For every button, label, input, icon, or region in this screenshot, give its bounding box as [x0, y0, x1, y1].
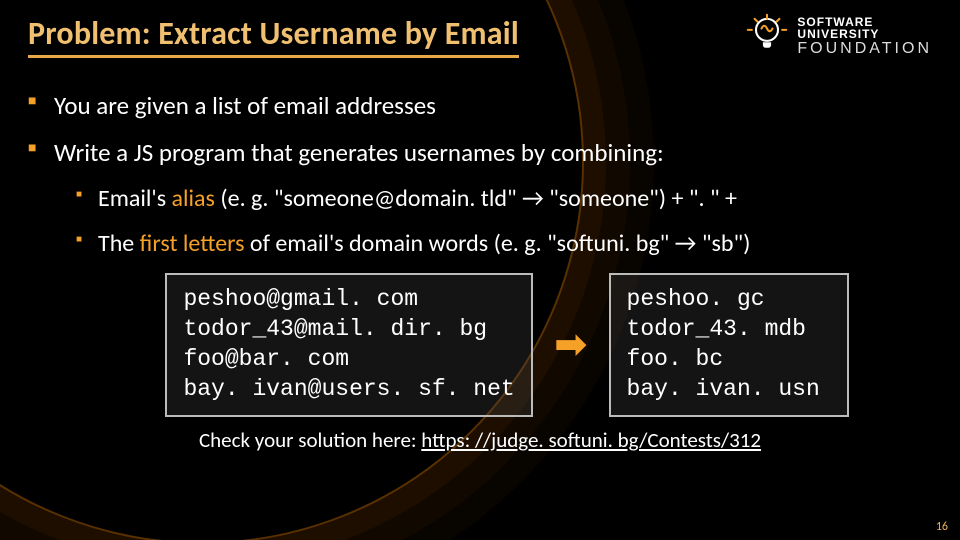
input-code-box: peshoo@gmail. com todor_43@mail. dir. bg…	[165, 273, 532, 417]
code-row: peshoo@gmail. com todor_43@mail. dir. bg…	[82, 273, 932, 417]
slide: SOFTWARE UNIVERSITY FOUNDATION Problem: …	[0, 0, 960, 540]
sub1-emph: alias	[172, 184, 215, 213]
output-code-box: peshoo. gc todor_43. mdb foo. bc bay. iv…	[609, 273, 849, 417]
sub2-post2: "sb")	[696, 229, 750, 258]
sub1-post2: "someone") + ". " +	[544, 184, 737, 213]
logo-text: SOFTWARE UNIVERSITY FOUNDATION	[797, 16, 932, 57]
sub2-pre: The	[98, 229, 140, 258]
slide-title: Problem: Extract Username by Email	[28, 14, 519, 58]
solution-link[interactable]: https: //judge. softuni. bg/Contests/312	[421, 427, 761, 453]
sub-bullet-2: The first letters of email's domain word…	[76, 228, 932, 259]
sub-bullet-list: Email's alias (e. g. "someone@domain. tl…	[76, 183, 932, 259]
arrow-icon: →	[522, 184, 544, 213]
footer: Check your solution here: https: //judge…	[28, 427, 932, 453]
logo: SOFTWARE UNIVERSITY FOUNDATION	[745, 12, 932, 61]
footer-text: Check your solution here:	[199, 427, 421, 453]
sub1-pre: Email's	[98, 184, 172, 213]
sub-bullet-1: Email's alias (e. g. "someone@domain. tl…	[76, 183, 932, 214]
logo-line3: FOUNDATION	[797, 41, 932, 57]
bullet-list: You are given a list of email addresses …	[28, 90, 932, 259]
bullet-2-text: Write a JS program that generates userna…	[54, 137, 664, 168]
arrow-right-icon: ➡	[555, 322, 587, 368]
bullet-1: You are given a list of email addresses	[28, 90, 932, 123]
page-number: 16	[936, 520, 948, 534]
sub2-emph: first letters	[140, 229, 245, 258]
sub2-post: of email's domain words (e. g. "softuni.…	[244, 229, 674, 258]
lightbulb-icon	[745, 12, 789, 61]
logo-line2: UNIVERSITY	[797, 28, 932, 40]
arrow-icon: →	[675, 229, 697, 258]
sub1-post: (e. g. "someone@domain. tld"	[215, 184, 522, 213]
bullet-2: Write a JS program that generates userna…	[28, 137, 932, 260]
